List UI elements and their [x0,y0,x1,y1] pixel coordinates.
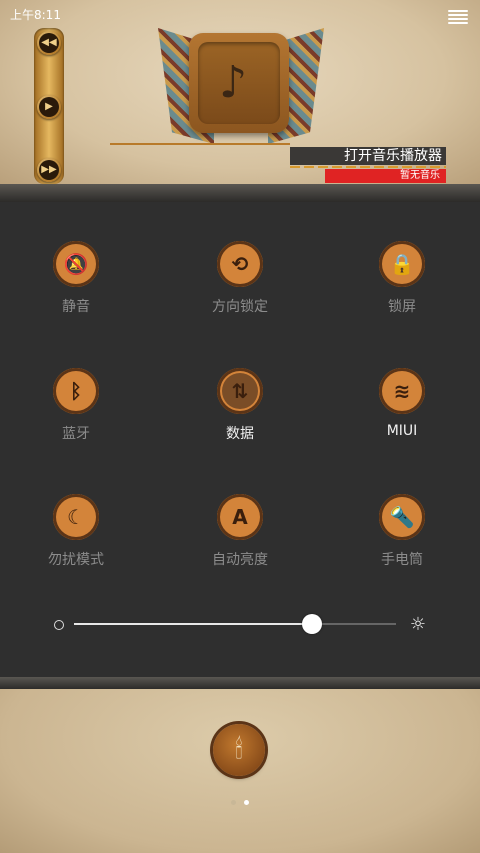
toggle-mute-bell[interactable]: 🔕 静音 [26,241,126,331]
toggle-button[interactable]: 🔒 [379,241,425,287]
toggle-button[interactable]: ☾ [53,494,99,540]
brightness-fill [74,623,313,625]
data-transfer-icon: ⇅ [231,379,249,403]
toggle-label: 数据 [226,426,254,442]
toggle-data-transfer[interactable]: ⇅ 数据 [190,368,290,458]
toggle-button[interactable]: A [217,494,263,540]
toggle-wifi[interactable]: ≋ MIUI [352,368,452,458]
toggle-button[interactable]: 🔦 [379,494,425,540]
moon-icon: ☾ [67,505,85,529]
toggle-label: 勿扰模式 [48,552,104,568]
toggle-label: 自动亮度 [212,552,268,568]
hamburger-menu-icon[interactable] [448,10,468,24]
rotation-lock-icon: ⟲ [231,252,249,276]
bluetooth-icon: ᛒ [70,379,82,403]
home-button[interactable]: 🕯 [213,724,265,776]
page-dot-current [244,800,249,805]
toggle-moon[interactable]: ☾ 勿扰模式 [26,494,126,584]
toggle-bluetooth[interactable]: ᛒ 蓝牙 [26,368,126,458]
flashlight-icon: 🔦 [389,505,415,529]
panel-bottom-border [0,677,480,689]
page-dot [231,800,236,805]
toggle-label: MIUI [386,423,418,439]
previous-icon: ◀◀ [39,33,59,53]
sun-icon: ☼ [409,614,427,635]
candle-icon: 🕯 [235,735,243,765]
toggle-flashlight[interactable]: 🔦 手电筒 [352,494,452,584]
toggle-lock[interactable]: 🔒 锁屏 [352,241,452,331]
status-time: 上午8:11 [10,8,61,22]
brightness-slider[interactable] [74,614,396,634]
toggle-rotation-lock[interactable]: ⟲ 方向锁定 [190,241,290,331]
divider-line [110,143,290,145]
dashed-line [290,166,446,168]
dim-circle-icon [54,620,64,630]
toggle-label: 锁屏 [388,299,416,315]
toggle-label: 手电筒 [381,552,423,568]
album-cover: ♪ [198,42,280,124]
auto-brightness-icon: A [232,505,248,529]
mute-bell-icon: 🔕 [63,252,89,276]
wifi-icon: ≋ [393,379,411,403]
toggle-button[interactable]: ᛒ [53,368,99,414]
now-playing-status: 暂无音乐 [325,169,446,183]
toggle-label: 静音 [62,299,90,315]
page-indicator [231,800,249,805]
toggle-auto-brightness[interactable]: A 自动亮度 [190,494,290,584]
toggle-label: 方向锁定 [212,299,268,315]
play-button[interactable]: ▶ [37,95,61,119]
lock-icon: 🔒 [389,252,415,276]
previous-button[interactable]: ◀◀ [37,31,61,55]
next-icon: ▶▶ [39,160,59,180]
album-cover-button[interactable]: ♪ [189,33,289,133]
play-icon: ▶ [39,97,59,117]
next-button[interactable]: ▶▶ [37,158,61,182]
toggle-button[interactable]: ⟲ [217,241,263,287]
music-note-icon: ♪ [219,57,248,108]
toggle-button[interactable]: ≋ [379,368,425,414]
toggle-button[interactable]: 🔕 [53,241,99,287]
toggle-label: 蓝牙 [62,426,90,442]
panel-top-border [0,184,480,202]
open-player-link[interactable]: 打开音乐播放器 [290,147,446,165]
toggle-button[interactable]: ⇅ [217,368,263,414]
